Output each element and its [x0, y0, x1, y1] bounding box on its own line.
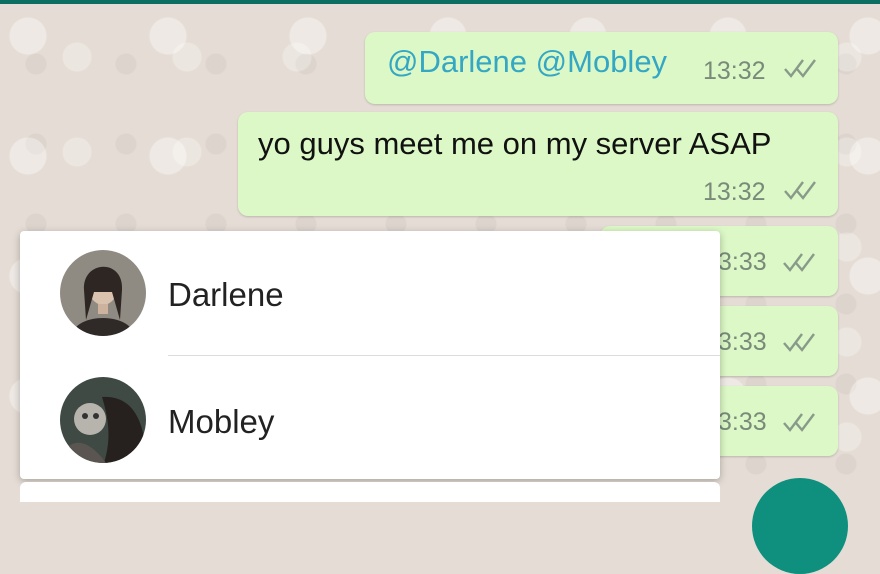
- message-bubble[interactable]: @Darlene @Mobley 13:32: [365, 32, 838, 104]
- suggestion-name: Darlene: [168, 276, 284, 313]
- send-button[interactable]: [752, 478, 848, 574]
- message-time: 13:32: [703, 57, 766, 85]
- double-check-icon: [784, 181, 816, 200]
- message-time: 3:33: [718, 248, 767, 276]
- message-time: 3:33: [718, 328, 767, 356]
- mention-darlene[interactable]: @Darlene: [387, 44, 527, 79]
- mention-suggestion-darlene[interactable]: Darlene: [20, 231, 720, 356]
- header-bar: [0, 0, 880, 4]
- divider: [168, 355, 720, 356]
- avatar: [60, 377, 146, 463]
- suggestion-name: Mobley: [168, 403, 275, 440]
- double-check-icon: [783, 413, 815, 432]
- mention-suggestion-list: Darlene Mobley: [20, 231, 720, 479]
- double-check-icon: [783, 333, 815, 352]
- message-time: 3:33: [718, 408, 767, 436]
- message-text: yo guys meet me on my server ASAP: [258, 126, 772, 161]
- mention-mobley[interactable]: @Mobley: [536, 44, 667, 79]
- double-check-icon: [784, 59, 816, 78]
- double-check-icon: [783, 253, 815, 272]
- message-bubble[interactable]: yo guys meet me on my server ASAP 13:32: [238, 112, 838, 216]
- message-time: 13:32: [703, 178, 766, 206]
- avatar: [60, 250, 146, 336]
- message-text: @Darlene @Mobley: [387, 44, 667, 80]
- message-input-box[interactable]: [20, 482, 720, 502]
- mention-suggestion-mobley[interactable]: Mobley: [20, 357, 720, 481]
